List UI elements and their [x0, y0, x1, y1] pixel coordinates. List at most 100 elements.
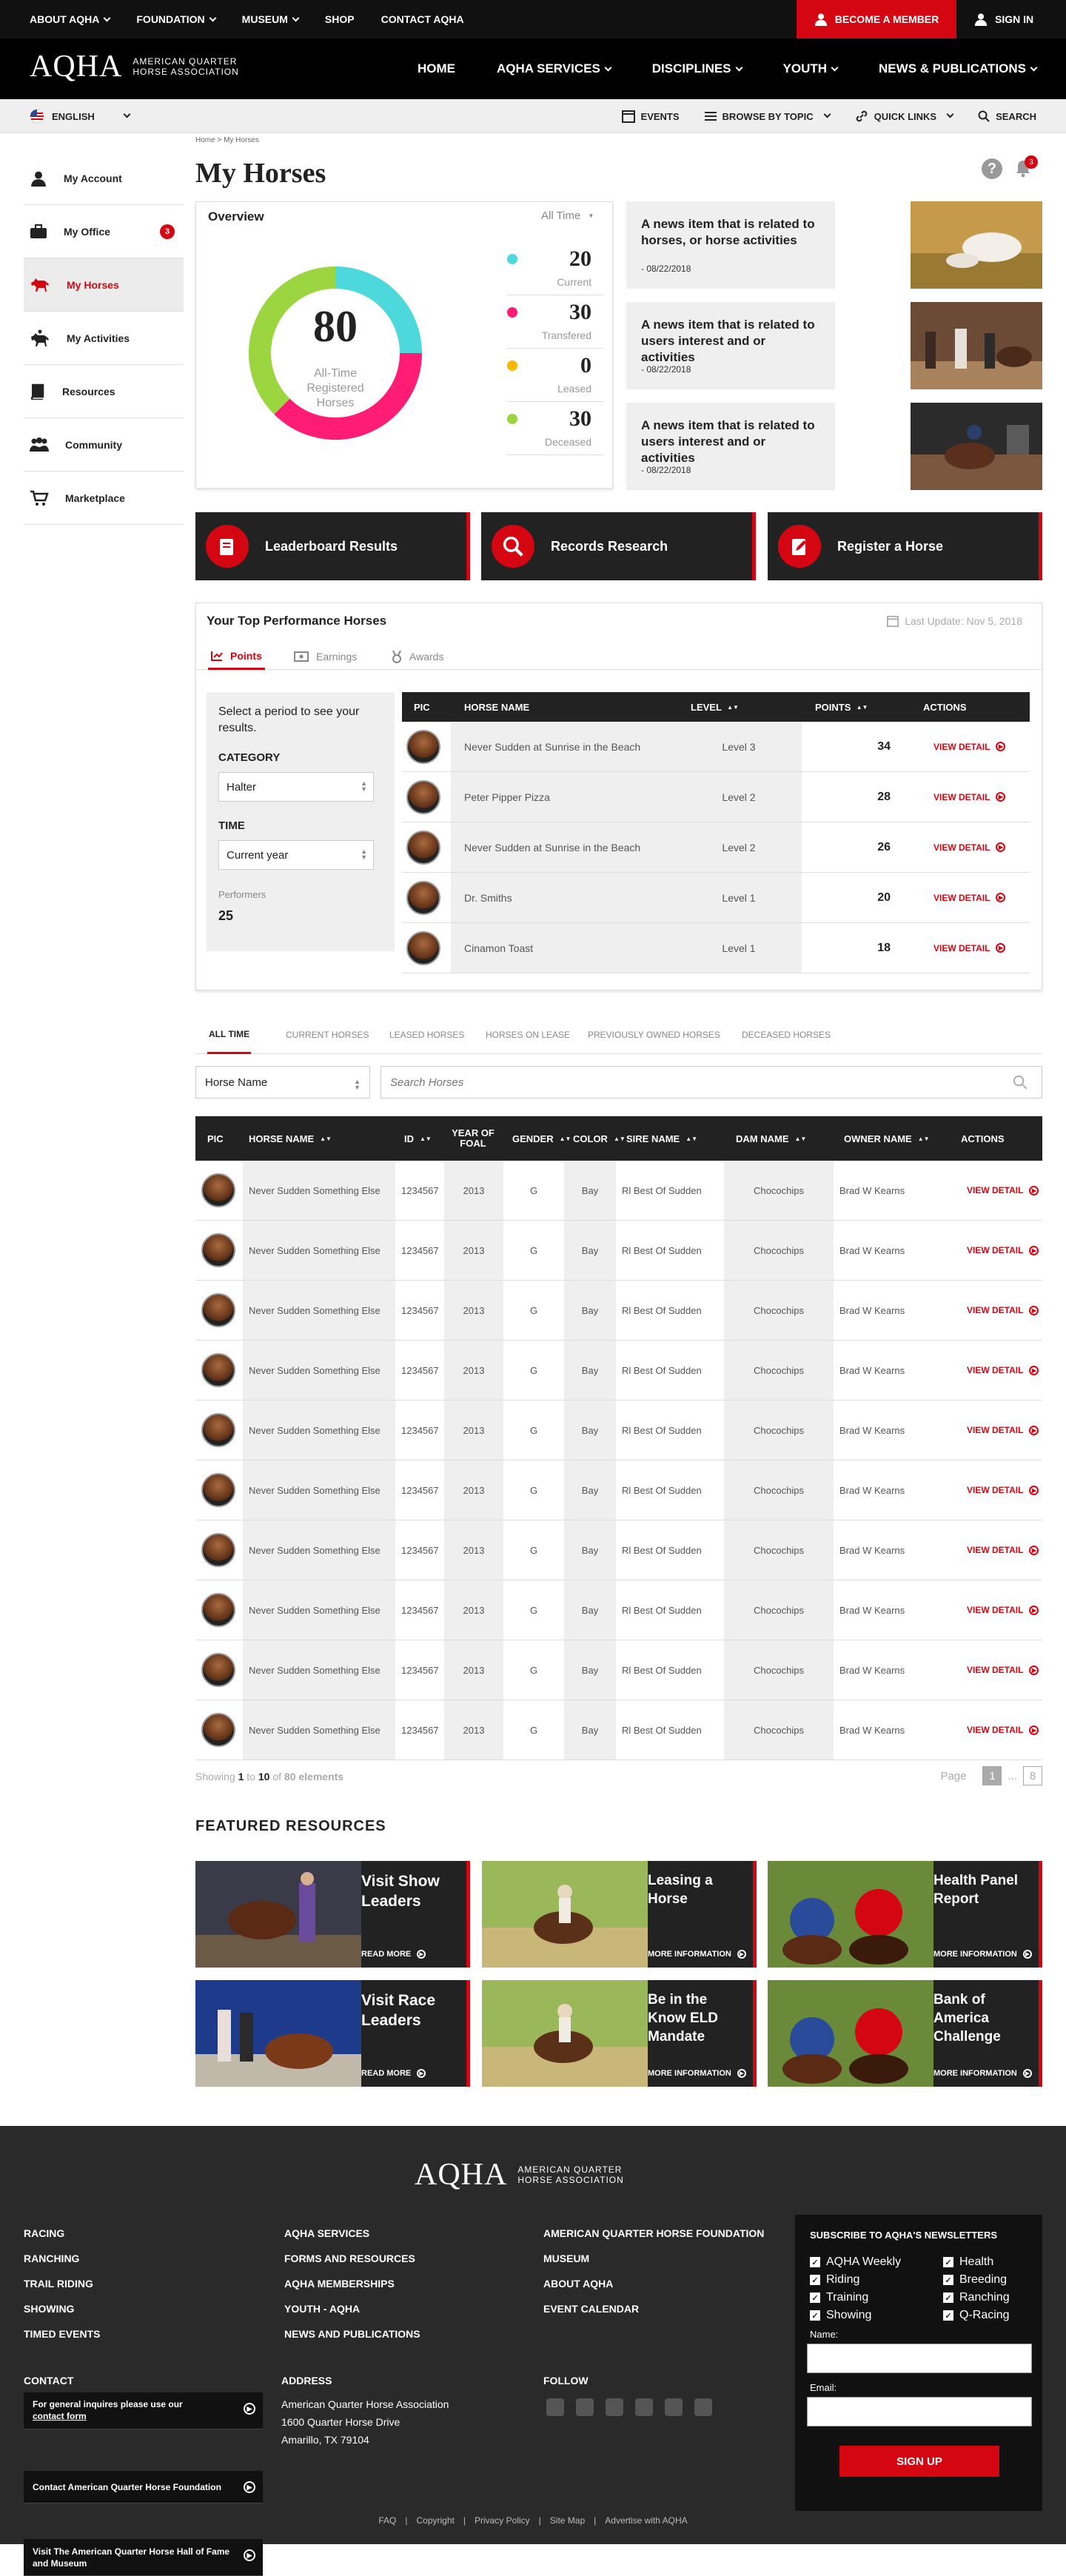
- featured-link[interactable]: READ MORE ▶: [361, 1950, 426, 1959]
- youtube-icon[interactable]: [694, 2398, 712, 2416]
- footer-link[interactable]: RANCHING: [24, 2246, 100, 2271]
- pinterest-icon[interactable]: [665, 2398, 683, 2416]
- register-horse-button[interactable]: Register a Horse: [768, 512, 1042, 580]
- search-link[interactable]: SEARCH: [978, 110, 1036, 122]
- newsletter-checkbox[interactable]: ✓ Showing: [810, 2307, 871, 2324]
- snapchat-icon[interactable]: [635, 2398, 653, 2416]
- nav-disciplines[interactable]: DISCIPLINES: [652, 61, 742, 76]
- name-input[interactable]: [807, 2344, 1032, 2373]
- featured-link[interactable]: MORE INFORMATION ▶: [648, 2069, 746, 2078]
- tab-all-time[interactable]: ALL TIME: [207, 1016, 252, 1054]
- view-detail-link[interactable]: VIEW DETAIL ▶: [967, 1520, 1039, 1580]
- top-link-foundation[interactable]: FOUNDATION: [136, 13, 217, 25]
- footer-link[interactable]: YOUTH - AQHA: [284, 2296, 420, 2321]
- col-year-of-foal[interactable]: YEAR OF FOAL: [452, 1116, 495, 1161]
- featured-card-visit-show-leaders[interactable]: Visit Show Leaders READ MORE ▶: [195, 1861, 470, 1968]
- footer-link[interactable]: NEWS AND PUBLICATIONS: [284, 2321, 420, 2347]
- tab-previously-owned-horses[interactable]: PREVIOUSLY OWNED HORSES: [588, 1016, 720, 1054]
- quick-links-link[interactable]: QUICK LINKS: [855, 110, 954, 123]
- aqha-logo[interactable]: AQHA AMERICAN QUARTER HORSE ASSOCIATION: [30, 49, 239, 84]
- newsletter-checkbox[interactable]: ✓ Breeding: [943, 2271, 1007, 2289]
- nav-home[interactable]: HOME: [418, 61, 455, 76]
- col-horse-name[interactable]: HORSE NAME ▲▼: [249, 1116, 332, 1161]
- featured-card-bank-of-america-challenge[interactable]: Bank of America Challenge MORE INFORMATIO…: [768, 1980, 1042, 2087]
- newsletter-checkbox[interactable]: ✓ AQHA Weekly: [810, 2253, 901, 2271]
- footer-link[interactable]: AMERICAN QUARTER HORSE FOUNDATION: [543, 2221, 764, 2246]
- tab-horses-on-lease[interactable]: HORSES ON LEASE: [486, 1016, 570, 1054]
- contact-foundation-button[interactable]: Contact American Quarter Horse Foundatio…: [24, 2471, 263, 2503]
- footer-link[interactable]: EVENT CALENDAR: [543, 2296, 764, 2321]
- newsletter-checkbox[interactable]: ✓ Riding: [810, 2271, 859, 2289]
- featured-link[interactable]: MORE INFORMATION ▶: [933, 2069, 1032, 2078]
- view-detail-link[interactable]: VIEW DETAIL ▶: [967, 1460, 1039, 1520]
- language-selector[interactable]: ENGLISH: [30, 99, 131, 133]
- category-select[interactable]: Halter ▲ ▼: [218, 772, 374, 802]
- featured-card-be-in-the-know-eld-mandate[interactable]: Be in the Know ELD Mandate MORE INFORMATI…: [482, 1980, 757, 2087]
- tab-leased-horses[interactable]: LEASED HORSES: [389, 1016, 464, 1054]
- facebook-icon[interactable]: [546, 2398, 564, 2416]
- tab-earnings[interactable]: Earnings: [294, 643, 357, 670]
- col-horse-name[interactable]: HORSE NAME: [464, 692, 529, 722]
- view-detail-link[interactable]: VIEW DETAIL ▶: [967, 1221, 1039, 1280]
- footer-link[interactable]: TIMED EVENTS: [24, 2321, 100, 2347]
- period-selector[interactable]: All Time ▼: [541, 209, 594, 222]
- search-icon[interactable]: [1013, 1075, 1028, 1090]
- become-member-button[interactable]: BECOME A MEMBER: [797, 0, 956, 38]
- tab-current-horses[interactable]: CURRENT HORSES: [286, 1016, 369, 1054]
- featured-card-leasing-a-horse[interactable]: Leasing a Horse MORE INFORMATION ▶: [482, 1861, 757, 1968]
- nav-aqha-services[interactable]: AQHA SERVICES: [497, 61, 612, 76]
- page-last-button[interactable]: 8: [1023, 1766, 1042, 1785]
- footer-bottom-link[interactable]: Site Map: [550, 2515, 585, 2526]
- page-1-button[interactable]: 1: [982, 1766, 1002, 1785]
- footer-bottom-link[interactable]: FAQ: [378, 2515, 396, 2526]
- contact-form-button[interactable]: For general inquires please use our conta…: [24, 2392, 263, 2429]
- sidebar-item-community[interactable]: Community: [24, 418, 184, 472]
- footer-link[interactable]: ABOUT AQHA: [543, 2271, 764, 2296]
- col-points[interactable]: POINTS ▲▼: [815, 692, 868, 722]
- footer-link[interactable]: MUSEUM: [543, 2246, 764, 2271]
- news-item[interactable]: A news item that is related to users int…: [626, 403, 835, 490]
- view-detail-link[interactable]: VIEW DETAIL ▶: [967, 1281, 1039, 1340]
- records-research-button[interactable]: Records Research: [481, 512, 756, 580]
- search-field-select[interactable]: Horse Name ▲ ▼: [195, 1066, 370, 1099]
- featured-card-visit-race-leaders[interactable]: Visit Race Leaders READ MORE ▶: [195, 1980, 470, 2087]
- breadcrumb[interactable]: Home > My Horses: [195, 136, 259, 144]
- col-color[interactable]: COLOR ▲▼: [573, 1116, 626, 1161]
- featured-card-health-panel-report[interactable]: Health Panel Report MORE INFORMATION ▶: [768, 1861, 1042, 1968]
- view-detail-link[interactable]: VIEW DETAIL ▶: [933, 923, 1006, 973]
- instagram-icon[interactable]: [606, 2398, 623, 2416]
- col-owner-name[interactable]: OWNER NAME ▲▼: [844, 1116, 930, 1161]
- sidebar-item-my-horses[interactable]: My Horses: [24, 258, 184, 312]
- view-detail-link[interactable]: VIEW DETAIL ▶: [933, 822, 1006, 872]
- email-input[interactable]: [807, 2397, 1032, 2426]
- tab-awards[interactable]: Awards: [392, 643, 443, 670]
- featured-link[interactable]: READ MORE ▶: [361, 2069, 426, 2078]
- footer-link[interactable]: TRAIL RIDING: [24, 2271, 100, 2296]
- newsletter-checkbox[interactable]: ✓ Q-Racing: [943, 2307, 1010, 2324]
- top-link-museum[interactable]: MUSEUM: [242, 13, 300, 25]
- sidebar-item-my-office[interactable]: My Office 3: [24, 205, 184, 258]
- news-item[interactable]: A news item that is related to users int…: [626, 302, 835, 389]
- footer-link[interactable]: FORMS AND RESOURCES: [284, 2246, 420, 2271]
- view-detail-link[interactable]: VIEW DETAIL ▶: [967, 1700, 1039, 1760]
- view-detail-link[interactable]: VIEW DETAIL ▶: [967, 1161, 1039, 1220]
- browse-by-topic-link[interactable]: BROWSE BY TOPIC: [704, 110, 831, 122]
- footer-link[interactable]: AQHA MEMBERSHIPS: [284, 2271, 420, 2296]
- col-sire-name[interactable]: SIRE NAME ▲▼: [626, 1116, 697, 1161]
- footer-link[interactable]: AQHA SERVICES: [284, 2221, 420, 2246]
- featured-link[interactable]: MORE INFORMATION ▶: [648, 1950, 746, 1959]
- footer-bottom-link[interactable]: Advertise with AQHA: [605, 2515, 687, 2526]
- sidebar-item-resources[interactable]: Resources: [24, 365, 184, 418]
- time-select[interactable]: Current year ▲ ▼: [218, 840, 374, 870]
- view-detail-link[interactable]: VIEW DETAIL ▶: [933, 722, 1006, 771]
- tab-deceased-horses[interactable]: DECEASED HORSES: [742, 1016, 831, 1054]
- hall-of-fame-button[interactable]: Visit The American Quarter Horse Hall of…: [24, 2539, 263, 2576]
- top-link-shop[interactable]: SHOP: [325, 13, 355, 25]
- twitter-icon[interactable]: [576, 2398, 594, 2416]
- search-horses-input[interactable]: [381, 1066, 1042, 1099]
- view-detail-link[interactable]: VIEW DETAIL ▶: [933, 873, 1006, 922]
- col-gender[interactable]: GENDER ▲▼: [512, 1116, 571, 1161]
- footer-bottom-link[interactable]: Copyright: [416, 2515, 454, 2526]
- leaderboard-results-button[interactable]: Leaderboard Results: [195, 512, 470, 580]
- help-icon[interactable]: ?: [982, 158, 1002, 179]
